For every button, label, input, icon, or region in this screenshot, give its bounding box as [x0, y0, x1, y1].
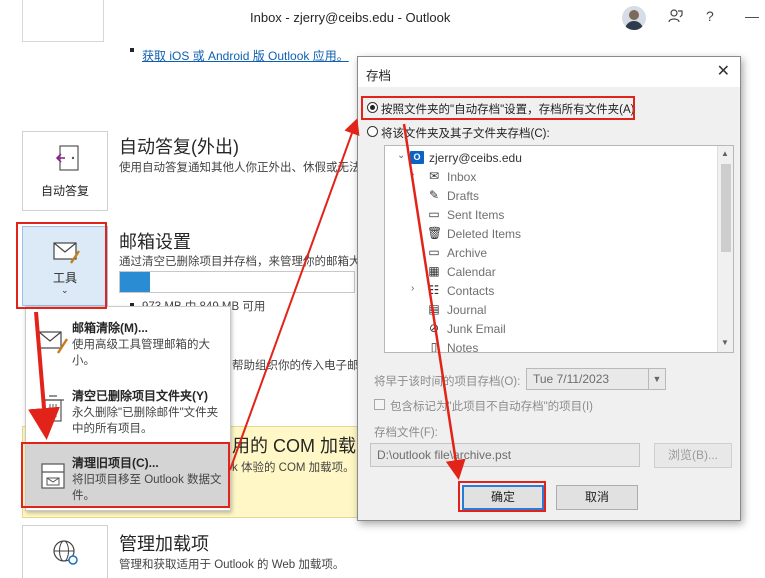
mailbox-cleanup-icon	[38, 331, 69, 354]
window-title: Inbox - zjerry@ceibs.edu - Outlook	[250, 10, 451, 25]
outlook-icon: O	[410, 151, 424, 164]
manage-addins-button[interactable]	[22, 525, 108, 578]
scroll-thumb[interactable]	[721, 164, 731, 252]
annotation-box-cleanup	[21, 442, 230, 508]
tree-folder-label: Calendar	[447, 265, 496, 279]
annotation-box-radio	[361, 96, 635, 120]
auto-reply-desc: 使用自动答复通知其他人你正外出、休假或无法	[119, 162, 361, 174]
journal-icon: ▤	[428, 302, 440, 316]
mailbox-settings-desc: 通过清空已删除项目并存档，来管理你的邮箱大	[119, 256, 361, 268]
top-card	[22, 0, 104, 42]
tree-folder-label: Inbox	[447, 170, 477, 184]
globe-gear-icon	[53, 540, 78, 565]
tree-folder-label: Sent Items	[447, 208, 505, 222]
tree-folder-row[interactable]: › ✉ Inbox	[385, 167, 715, 186]
tree-folder-label: Notes	[447, 341, 479, 353]
tree-scrollbar[interactable]: ▲ ▼	[717, 146, 733, 352]
menu-item-title: 邮箱清除(M)...	[72, 321, 148, 335]
quota-fill	[120, 272, 151, 292]
close-icon[interactable]: ✕	[717, 61, 730, 81]
tree-folder-label: Archive	[447, 246, 488, 260]
mobile-app-link[interactable]: 获取 iOS 或 Android 版 Outlook 应用。	[142, 47, 349, 64]
folder-icon: ▭	[428, 207, 440, 221]
tree-folder-row[interactable]: ✎ Drafts	[385, 186, 715, 205]
folder-icon: ▭	[428, 245, 440, 259]
tree-folder-label: Drafts	[447, 189, 480, 203]
folder-tree[interactable]: ⌄ O zjerry@ceibs.edu › ✉ Inbox ✎ Drafts ▭ Sent…	[384, 145, 734, 353]
annotation-box-tools	[16, 222, 107, 309]
manage-addins-title: 管理加载项	[119, 534, 209, 554]
tree-folder-row[interactable]: › ☷ Contacts	[385, 281, 715, 300]
cancel-button[interactable]: 取消	[556, 485, 638, 510]
com-addins-title: 用的 COM 加载	[232, 436, 356, 456]
include-no-autoarchive-checkbox[interactable]	[374, 399, 385, 410]
chevron-right-icon[interactable]: ›	[411, 169, 414, 180]
drafts-icon: ✎	[428, 188, 440, 202]
menu-item-desc: 永久删除"已删除邮件"文件夹中的所有项目。	[72, 407, 219, 435]
chevron-down-icon[interactable]: ⌄	[397, 150, 405, 161]
tree-folder-row[interactable]: 🗑 Deleted Items	[385, 224, 715, 243]
bullet	[130, 48, 134, 52]
avatar[interactable]	[622, 6, 646, 30]
archive-dialog: 存档 ✕ 按照文件夹的"自动存档"设置，存档所有文件夹(A) 将该文件夹及其子文…	[357, 56, 741, 521]
include-no-autoarchive-label: 包含标记为"此项目不自动存档"的项目(I)	[390, 401, 594, 413]
radio-archive-folder[interactable]	[367, 126, 378, 137]
tree-folder-label: Journal	[447, 303, 487, 317]
older-than-date-field[interactable]: Tue 7/11/2023	[526, 368, 649, 390]
auto-reply-title: 自动答复(外出)	[119, 137, 239, 157]
tree-folder-label: Junk Email	[447, 322, 506, 336]
browse-button[interactable]: 浏览(B)...	[654, 443, 732, 468]
tree-folder-row[interactable]: ▤ Journal	[385, 300, 715, 319]
trash-icon: 🗑	[427, 226, 443, 240]
contacts-icon: ☷	[428, 283, 440, 297]
menu-item-empty-deleted[interactable]: 清空已删除项目文件夹(Y) 永久删除"已删除邮件"文件夹中的所有项目。	[26, 377, 230, 439]
tree-folder-label: Deleted Items	[447, 227, 522, 241]
tree-folder-row[interactable]: ▭ Sent Items	[385, 205, 715, 224]
notes-icon: ▯	[430, 340, 438, 353]
auto-reply-button[interactable]: 自动答复	[22, 131, 108, 211]
archive-file-field[interactable]: D:\outlook file\archive.pst	[370, 443, 640, 467]
scroll-down-icon[interactable]: ▼	[721, 338, 729, 347]
older-than-label: 将早于该时间的项目存档(O):	[374, 376, 521, 388]
tree-root-label: zjerry@ceibs.edu	[429, 151, 522, 165]
tree-folder-row[interactable]: ▯ Notes	[385, 338, 715, 353]
radio-archive-folder-label: 将该文件夹及其子文件夹存档(C):	[381, 128, 550, 140]
menu-item-mailbox-cleanup[interactable]: 邮箱清除(M)... 使用高级工具管理邮箱的大小。	[26, 309, 230, 371]
tree-folder-row[interactable]: ▭ Archive	[385, 243, 715, 262]
minimize-button[interactable]: —	[745, 8, 759, 24]
date-dropdown-icon[interactable]: ▼	[649, 368, 666, 390]
tree-folder-label: Contacts	[447, 284, 495, 298]
calendar-icon: ▦	[428, 264, 440, 278]
dialog-title: 存档	[366, 69, 392, 83]
archive-file-label: 存档文件(F):	[374, 427, 438, 439]
auto-reply-icon	[55, 145, 79, 171]
tree-root[interactable]: ⌄ O zjerry@ceibs.edu	[385, 148, 715, 167]
trash-icon	[42, 395, 64, 422]
inbox-icon: ✉	[428, 169, 440, 183]
annotation-box-ok	[458, 481, 546, 512]
title-bar: Inbox - zjerry@ceibs.edu - Outlook ? —	[0, 0, 765, 34]
junk-icon: ⊘	[428, 321, 440, 335]
menu-item-desc: 使用高级工具管理邮箱的大小。	[72, 339, 210, 367]
manage-addins-desc: 管理和获取适用于 Outlook 的 Web 加载项。	[119, 559, 345, 571]
scroll-up-icon[interactable]: ▲	[721, 149, 729, 158]
menu-item-title: 清空已删除项目文件夹(Y)	[72, 389, 208, 403]
rules-desc: 帮助组织你的传入电子邮件	[232, 360, 370, 372]
tree-folder-row[interactable]: ⊘ Junk Email	[385, 319, 715, 338]
auto-reply-label: 自动答复	[40, 184, 89, 198]
people-icon[interactable]	[668, 8, 684, 27]
mailbox-settings-title: 邮箱设置	[119, 232, 191, 252]
help-button[interactable]: ?	[706, 8, 714, 24]
tree-folder-row[interactable]: ▦ Calendar	[385, 262, 715, 281]
chevron-right-icon[interactable]: ›	[411, 283, 414, 294]
com-addins-desc: k 体验的 COM 加载项。	[232, 462, 355, 474]
mailbox-quota-bar	[119, 271, 355, 293]
